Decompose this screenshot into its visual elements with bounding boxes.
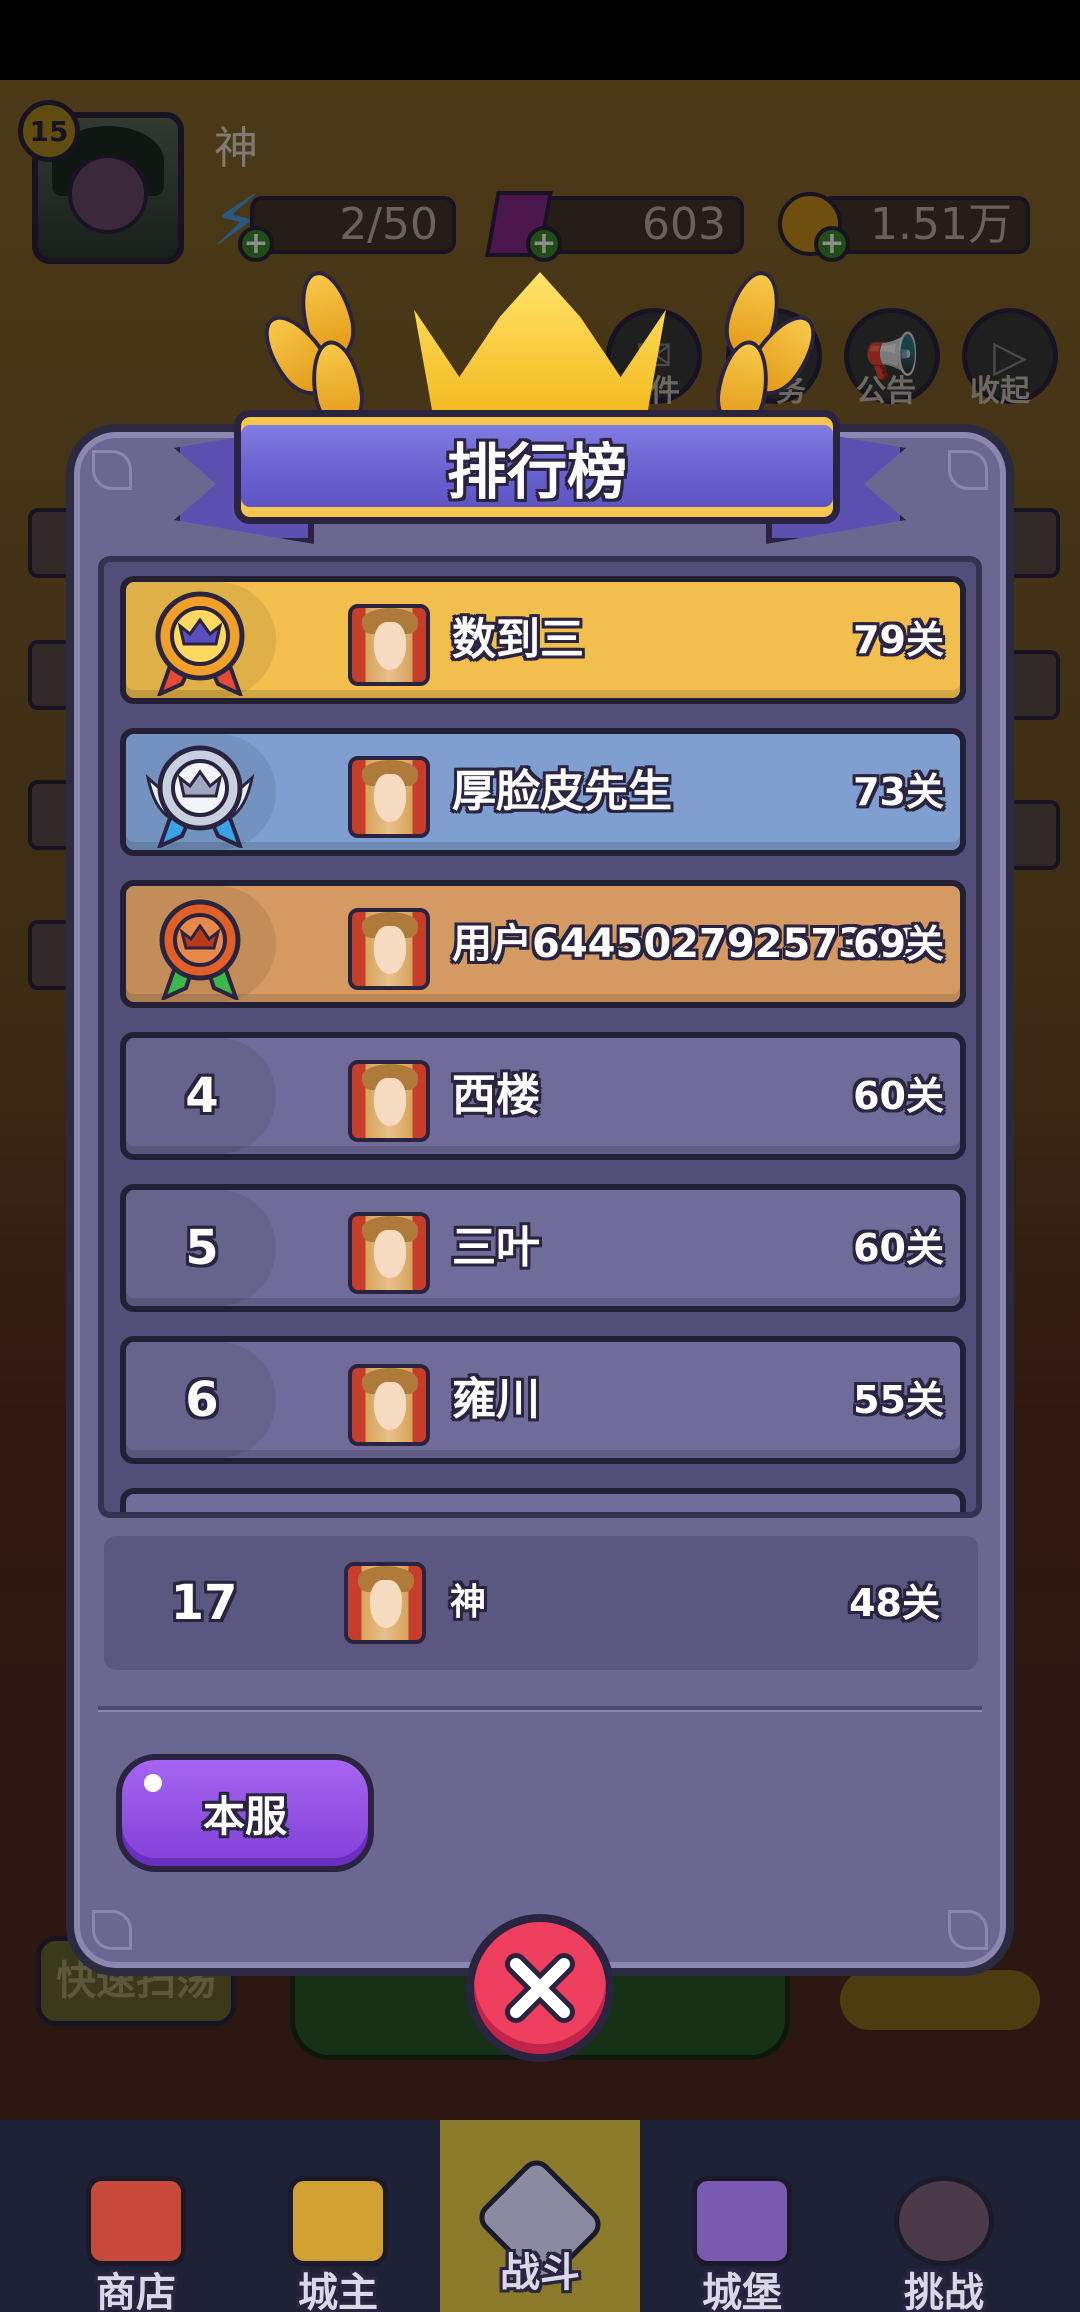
ranking-row[interactable]: 用户64450279257361 69关 <box>120 880 966 1008</box>
corner-ornament <box>948 450 988 490</box>
my-rank-row: 17 神 48关 <box>104 1536 978 1670</box>
nav-challenge[interactable]: 挑战 <box>844 2120 1044 2312</box>
ranking-row[interactable]: 数到三 79关 <box>120 576 966 704</box>
user-name: 西楼 <box>452 1070 540 1121</box>
user-avatar <box>348 604 430 686</box>
nav-label: 商店 <box>96 2270 176 2312</box>
user-avatar <box>348 908 430 990</box>
user-name: 厚脸皮先生 <box>452 766 672 817</box>
crown-icon <box>288 2176 388 2266</box>
nav-shop[interactable]: 商店 <box>36 2120 236 2312</box>
nav-castle[interactable]: 城堡 <box>642 2120 842 2312</box>
ranking-list[interactable]: 数到三 79关 厚脸皮先生 73关 用户64450279257361 69关 4… <box>98 556 982 1518</box>
user-avatar <box>348 1060 430 1142</box>
rank-number: 4 <box>185 1068 219 1124</box>
shop-icon <box>86 2176 186 2266</box>
nav-label: 挑战 <box>904 2270 984 2312</box>
stage-score: 73关 <box>853 770 944 814</box>
close-icon <box>505 1953 575 2023</box>
silver-medal-icon <box>145 745 255 848</box>
title-banner: 排行榜 <box>234 410 840 524</box>
stage-score: 69关 <box>853 922 944 966</box>
corner-ornament <box>92 450 132 490</box>
rank-number: 5 <box>185 1220 219 1276</box>
rank-number: 6 <box>185 1372 219 1428</box>
close-button[interactable] <box>466 1914 614 2062</box>
gold-medal-icon <box>155 591 245 696</box>
ranking-row[interactable]: 6 雍川 55关 <box>120 1336 966 1464</box>
ranking-row-partial[interactable] <box>120 1488 966 1512</box>
leaderboard-title: 排行榜 <box>447 437 627 508</box>
demon-icon <box>894 2176 994 2266</box>
crown-icon <box>414 272 666 422</box>
server-tab-button[interactable]: 本服 <box>116 1754 374 1872</box>
user-name: 雍川 <box>452 1374 540 1425</box>
stage-score: 79关 <box>853 618 944 662</box>
nav-label: 战斗 <box>500 2250 580 2296</box>
nav-label: 城主 <box>298 2270 378 2312</box>
ranking-row[interactable]: 厚脸皮先生 73关 <box>120 728 966 856</box>
stage-score: 55关 <box>853 1378 944 1422</box>
user-avatar <box>348 756 430 838</box>
ranking-row[interactable]: 5 三叶 60关 <box>120 1184 966 1312</box>
ranking-row[interactable]: 4 西楼 60关 <box>120 1032 966 1160</box>
my-stage-score: 48关 <box>849 1581 940 1625</box>
bronze-medal-icon <box>159 899 241 1000</box>
divider <box>98 1706 982 1712</box>
user-avatar <box>348 1212 430 1294</box>
user-name: 用户64450279257361 <box>452 921 922 967</box>
my-avatar <box>344 1562 426 1644</box>
my-rank-number: 17 <box>170 1575 238 1631</box>
user-avatar <box>348 1364 430 1446</box>
nav-battle[interactable]: 战斗 <box>440 2120 640 2312</box>
server-tab-label: 本服 <box>202 1791 287 1841</box>
button-shine <box>144 1774 162 1792</box>
user-name: 三叶 <box>452 1222 540 1273</box>
my-name: 神 <box>450 1582 487 1623</box>
corner-ornament <box>948 1910 988 1950</box>
castle-icon <box>692 2176 792 2266</box>
corner-ornament <box>92 1910 132 1950</box>
user-name: 数到三 <box>452 614 584 665</box>
nav-lord[interactable]: 城主 <box>238 2120 438 2312</box>
stage-score: 60关 <box>853 1074 944 1118</box>
nav-label: 城堡 <box>702 2270 782 2312</box>
stage-score: 60关 <box>853 1226 944 1270</box>
